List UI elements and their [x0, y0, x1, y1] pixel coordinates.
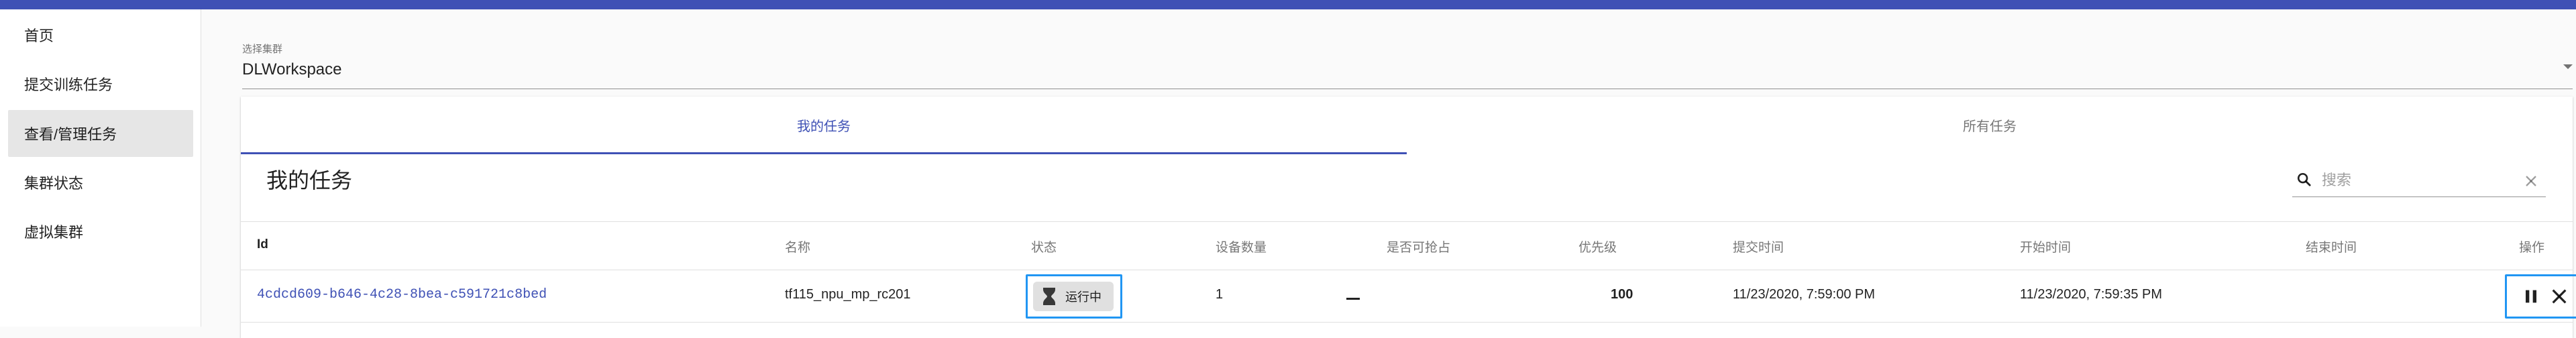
column-header-start-time[interactable]: 开始时间 [2020, 237, 2071, 256]
priority-value[interactable]: 100 [1611, 287, 1633, 302]
sidebar-item-home[interactable]: 首页 [8, 11, 193, 58]
actions-highlight: ? [2505, 274, 2576, 319]
sidebar-item-cluster-status[interactable]: 集群状态 [8, 159, 193, 206]
tab-indicator [241, 152, 1407, 154]
table-divider [241, 322, 2573, 323]
column-header-actions: 操作 [2519, 241, 2545, 255]
column-header-submit-time[interactable]: 提交时间 [1733, 237, 1784, 256]
column-header-id[interactable]: Id [257, 237, 268, 252]
sidebar-item-submit-job[interactable]: 提交训练任务 [8, 60, 193, 107]
cluster-select-label: 选择集群 [242, 44, 283, 55]
sidebar: 首页 提交训练任务 查看/管理任务 集群状态 虚拟集群 [0, 9, 201, 327]
sidebar-item-manage-jobs[interactable]: 查看/管理任务 [8, 110, 193, 157]
dropdown-arrow-icon[interactable] [2563, 64, 2573, 69]
job-id-link[interactable]: 4cdcd609-b646-4c28-8bea-c591721c8bed [257, 287, 547, 302]
column-header-device-count[interactable]: 设备数量 [1216, 237, 1267, 256]
column-header-preemptible[interactable]: 是否可抢占 [1387, 237, 1450, 256]
column-header-status[interactable]: 状态 [1031, 237, 1057, 256]
table-divider [241, 221, 2573, 222]
tab-my-jobs[interactable]: 我的任务 [241, 97, 1407, 154]
close-icon[interactable] [2522, 172, 2540, 190]
column-header-end-time[interactable]: 结束时间 [2306, 237, 2357, 256]
tab-label: 我的任务 [797, 119, 851, 134]
job-name: tf115_npu_mp_rc201 [785, 287, 911, 302]
search-input[interactable] [2322, 169, 2516, 192]
sidebar-item-label: 首页 [24, 27, 54, 44]
column-header-name[interactable]: 名称 [785, 237, 810, 256]
preemptible-value [1346, 298, 1360, 300]
cluster-select-value[interactable]: DLWorkspace [242, 60, 342, 79]
status-highlight: 运行中 [1026, 274, 1122, 319]
column-header-priority[interactable]: 优先级 [1578, 237, 1617, 256]
start-time: 11/23/2020, 7:59:35 PM [2020, 287, 2163, 302]
hourglass-icon [1043, 288, 1055, 305]
submit-time: 11/23/2020, 7:59:00 PM [1733, 287, 1876, 302]
status-chip: 运行中 [1033, 282, 1114, 311]
pause-icon[interactable] [2520, 286, 2542, 307]
status-label: 运行中 [1065, 290, 1102, 304]
device-count: 1 [1216, 287, 1224, 302]
tab-all-jobs[interactable]: 所有任务 [1407, 97, 2573, 154]
close-icon[interactable] [2548, 286, 2570, 307]
sidebar-item-label: 虚拟集群 [24, 224, 84, 241]
card-title: 我的任务 [266, 168, 353, 192]
search-box [2292, 166, 2546, 197]
search-icon [2297, 172, 2311, 186]
main-content: 选择集群 DLWorkspace 我的任务 所有任务 我的任务 Id 名称 [202, 9, 2576, 338]
sidebar-item-label: 集群状态 [24, 175, 84, 192]
sidebar-item-virtual-cluster[interactable]: 虚拟集群 [8, 208, 193, 255]
app-bar [0, 0, 2576, 9]
tab-label: 所有任务 [1963, 119, 2017, 134]
cluster-select[interactable]: 选择集群 DLWorkspace [242, 42, 2573, 89]
sidebar-item-label: 提交训练任务 [24, 76, 113, 93]
jobs-card: 我的任务 所有任务 我的任务 Id 名称 状态 设备数量 是否可抢占 优先级 提… [241, 97, 2576, 338]
sidebar-item-label: 查看/管理任务 [24, 126, 117, 143]
